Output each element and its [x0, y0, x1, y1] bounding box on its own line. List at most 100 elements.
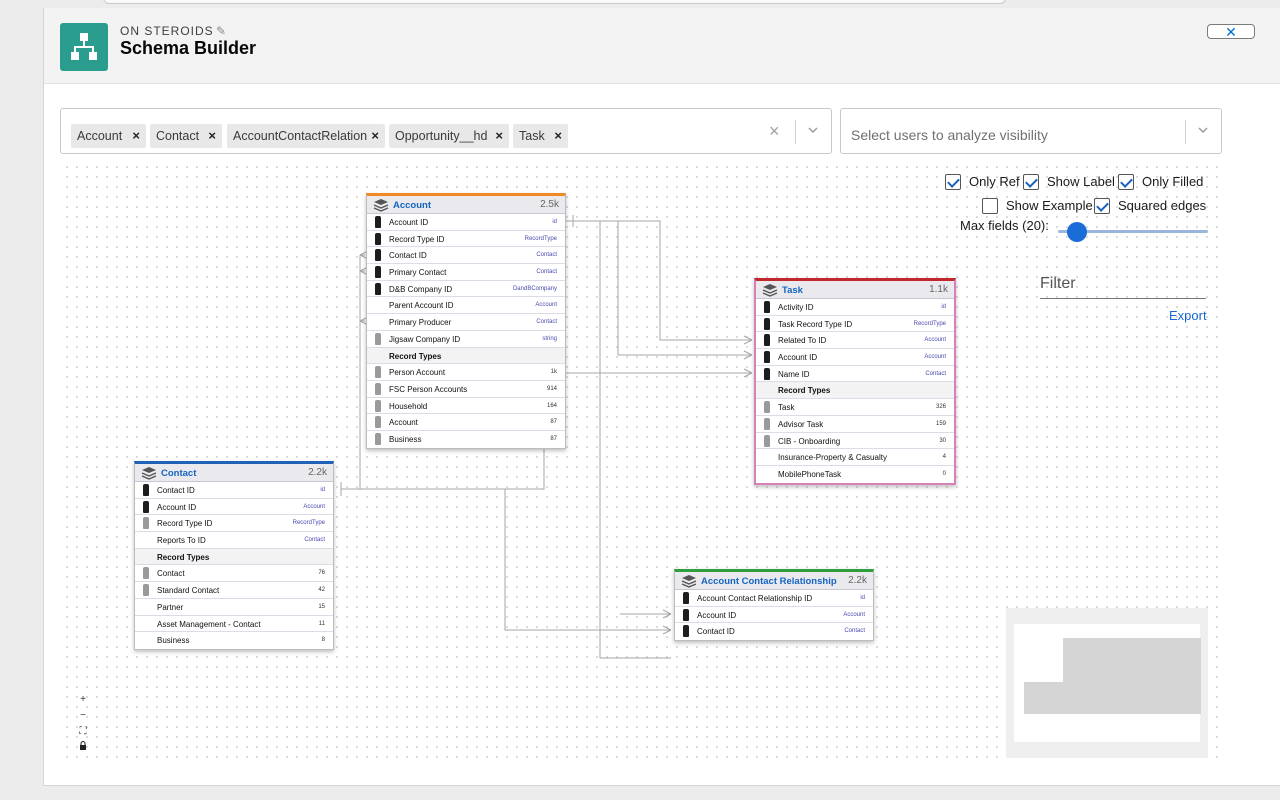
field-icon: [143, 500, 149, 513]
field-label: Account ID: [157, 502, 197, 512]
field-type: Contact: [536, 319, 557, 326]
minimap[interactable]: [1006, 608, 1208, 758]
section-label: Record Types: [389, 351, 442, 361]
record-type-row[interactable]: Advisor Task 159: [756, 416, 954, 433]
field-row[interactable]: Account ID id: [367, 214, 565, 231]
field-icon: [683, 608, 689, 621]
max-fields-slider-thumb[interactable]: [1067, 222, 1087, 242]
pill-label: Contact: [156, 129, 200, 143]
field-row[interactable]: Account ID Account: [756, 349, 954, 366]
field-row[interactable]: Account ID Account: [675, 607, 873, 624]
field-row[interactable]: Account ID Account: [135, 499, 333, 516]
record-type-row[interactable]: Partner 15: [135, 599, 333, 616]
field-row[interactable]: Primary Contact Contact: [367, 264, 565, 281]
record-type-icon: [375, 366, 381, 379]
node-header: Account 2.5k: [367, 196, 565, 214]
object-pill: Account ×: [71, 124, 146, 148]
remove-pill-icon[interactable]: ×: [495, 124, 503, 148]
record-type-row[interactable]: Business 87: [367, 431, 565, 448]
node-count: 2.2k: [308, 467, 327, 478]
zoom-in-button[interactable]: +: [73, 692, 93, 708]
filter-input[interactable]: Filter: [1040, 275, 1076, 293]
field-row[interactable]: Account Contact Relationship ID id: [675, 590, 873, 607]
hierarchy-icon: [60, 23, 108, 71]
object-node-task[interactable]: Task 1.1k Activity ID id Task Record Type…: [754, 278, 956, 485]
object-node-contact[interactable]: Contact 2.2k Contact ID id Account ID Acco…: [134, 461, 334, 650]
field-row[interactable]: Reports To ID Contact: [135, 532, 333, 549]
record-type-row[interactable]: FSC Person Accounts 914: [367, 381, 565, 398]
record-type-row[interactable]: CIB - Onboarding 30: [756, 433, 954, 450]
field-row[interactable]: D&B Company ID DandBCompany: [367, 281, 565, 298]
record-type-count: 1k: [550, 369, 557, 376]
chevron-down-icon[interactable]: [1198, 125, 1208, 135]
record-type-label: FSC Person Accounts: [389, 384, 468, 394]
field-row[interactable]: Contact ID id: [135, 482, 333, 499]
edit-pencil-icon[interactable]: ✎: [216, 24, 226, 38]
record-type-row[interactable]: Person Account 1k: [367, 364, 565, 381]
remove-pill-icon[interactable]: ×: [371, 124, 379, 148]
remove-pill-icon[interactable]: ×: [208, 124, 216, 148]
fit-view-button[interactable]: ⛶: [73, 724, 93, 740]
record-type-row[interactable]: Insurance-Property & Casualty 4: [756, 449, 954, 466]
field-row[interactable]: Contact ID Contact: [675, 623, 873, 640]
field-label: Jigsaw Company ID: [389, 334, 461, 344]
record-type-count: 15: [318, 603, 325, 610]
field-label: Related To ID: [778, 336, 827, 346]
field-row[interactable]: Parent Account ID Account: [367, 297, 565, 315]
remove-pill-icon[interactable]: ×: [554, 124, 562, 148]
field-row[interactable]: Contact ID Contact: [367, 247, 565, 265]
record-type-label: Business: [157, 636, 190, 646]
field-label: Reports To ID: [157, 536, 206, 546]
field-type: Account: [303, 503, 325, 510]
field-row[interactable]: Name ID Contact: [756, 366, 954, 383]
users-select[interactable]: Select users to analyze visibility: [840, 108, 1222, 154]
only-ref-checkbox[interactable]: [945, 174, 961, 190]
field-row[interactable]: Jigsaw Company ID string: [367, 331, 565, 348]
field-icon: [764, 367, 770, 380]
field-label: Task Record Type ID: [778, 319, 853, 329]
record-type-row[interactable]: Task 326: [756, 399, 954, 416]
field-type: Account: [843, 611, 865, 618]
export-link[interactable]: Export: [1169, 308, 1207, 323]
record-type-row[interactable]: Account 87: [367, 414, 565, 431]
field-row[interactable]: Record Type ID RecordType: [367, 231, 565, 248]
lock-button[interactable]: [73, 740, 93, 756]
record-type-icon: [764, 401, 770, 414]
record-type-count: 159: [935, 420, 946, 427]
node-name: Task: [782, 285, 803, 296]
field-row[interactable]: Task Record Type ID RecordType: [756, 316, 954, 333]
record-type-row[interactable]: Business 8: [135, 632, 333, 649]
node-name: Contact: [161, 468, 197, 479]
record-type-row[interactable]: Standard Contact 42: [135, 582, 333, 599]
field-label: Contact ID: [389, 251, 427, 261]
field-row[interactable]: Record Type ID RecordType: [135, 515, 333, 533]
show-label-checkbox[interactable]: [1023, 174, 1039, 190]
record-type-count: 87: [550, 435, 557, 442]
chevron-down-icon[interactable]: [808, 125, 818, 135]
node-header: Contact 2.2k: [135, 464, 333, 482]
header: ON STEROIDS ✎ Schema Builder ✕: [44, 8, 1280, 84]
record-type-row[interactable]: Household 164: [367, 398, 565, 415]
field-row[interactable]: Related To ID Account: [756, 332, 954, 350]
record-type-row[interactable]: Asset Management - Contact 11: [135, 616, 333, 633]
field-row[interactable]: Activity ID id: [756, 299, 954, 316]
only-filled-checkbox[interactable]: [1118, 174, 1134, 190]
field-type: Contact: [536, 269, 557, 276]
object-node-account-contact-relationship[interactable]: Account Contact Relationship 2.2k Accoun…: [674, 569, 874, 642]
field-type: string: [542, 335, 557, 342]
field-type: Account: [535, 302, 557, 309]
record-type-row[interactable]: MobilePhoneTask 0: [756, 466, 954, 483]
page-title: Schema Builder: [120, 38, 257, 58]
show-example-checkbox[interactable]: [982, 198, 998, 214]
squared-edges-checkbox[interactable]: [1094, 198, 1110, 214]
close-button[interactable]: ✕: [1207, 24, 1255, 39]
remove-pill-icon[interactable]: ×: [132, 124, 140, 148]
object-node-account[interactable]: Account 2.5k Account ID id Record Type ID…: [366, 193, 566, 449]
clear-all-icon[interactable]: ×: [769, 121, 780, 142]
field-icon: [764, 317, 770, 330]
object-multiselect[interactable]: Account × Contact × AccountContactRelati…: [60, 108, 832, 154]
zoom-out-button[interactable]: −: [73, 708, 93, 724]
record-type-row[interactable]: Contact 76: [135, 565, 333, 583]
record-type-label: MobilePhoneTask: [778, 469, 842, 479]
field-row[interactable]: Primary Producer Contact: [367, 314, 565, 331]
